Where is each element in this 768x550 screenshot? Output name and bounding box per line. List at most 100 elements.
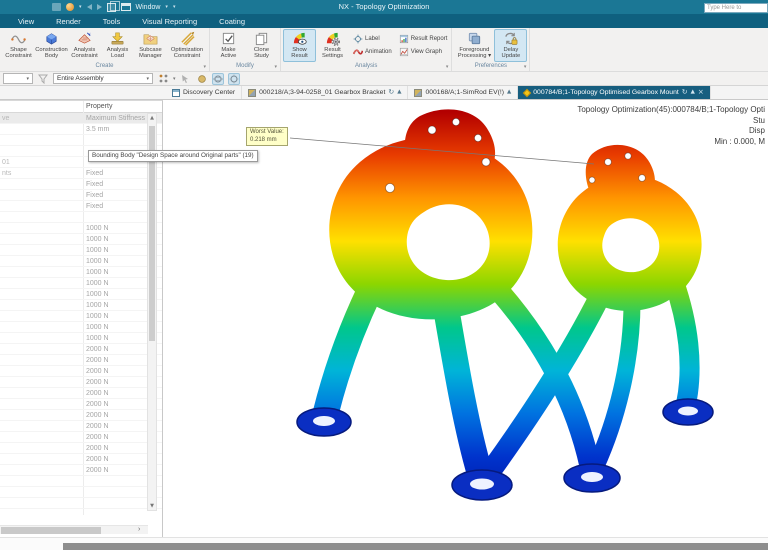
- property-row[interactable]: 2000 N: [0, 432, 162, 443]
- scrollbar-thumb[interactable]: [1, 527, 101, 534]
- property-row[interactable]: Maximum Stiffness ve: [0, 113, 162, 124]
- property-row[interactable]: 2000 N: [0, 421, 162, 432]
- property-row[interactable]: 1000 N: [0, 245, 162, 256]
- property-value: 1000 N: [86, 313, 109, 320]
- button-label: Label: [365, 35, 380, 42]
- tab[interactable]: 000218/A;3-94-0258_01 Gearbox Bracket ↻ ▲: [242, 86, 409, 99]
- property-row[interactable]: 1000 N: [0, 311, 162, 322]
- model-3d[interactable]: [164, 100, 768, 537]
- menu-tools[interactable]: Tools: [93, 17, 131, 26]
- property-value: 2000 N: [86, 379, 109, 386]
- property-row[interactable]: [0, 498, 162, 509]
- property-row[interactable]: 1000 N: [0, 278, 162, 289]
- chevron-down-icon: ▾: [146, 75, 149, 82]
- dialog-launcher-caret[interactable]: ▾: [446, 64, 449, 70]
- combo-value: Entire Assembly: [57, 75, 104, 82]
- result-report-button[interactable]: Result Report: [397, 32, 450, 45]
- delay-update-button[interactable]: Delay Update: [494, 29, 528, 62]
- menu-render[interactable]: Render: [46, 17, 91, 26]
- property-row[interactable]: [0, 212, 162, 223]
- dialog-launcher-caret[interactable]: ▾: [203, 64, 206, 70]
- selection-scope-combo[interactable]: Entire Assembly ▾: [53, 73, 153, 84]
- property-row[interactable]: 2000 N: [0, 443, 162, 454]
- foreground-processing-button[interactable]: Foreground Processing ▾: [454, 29, 494, 62]
- snap-point-icon[interactable]: [157, 73, 169, 85]
- tab[interactable]: 000168/A;1-SimRod EV(!) ▲: [408, 86, 519, 99]
- menu-coating[interactable]: Coating: [209, 17, 255, 26]
- property-name-fragment: nts: [2, 170, 12, 177]
- subcase-manager-button[interactable]: Subcase Manager: [134, 29, 167, 62]
- property-row[interactable]: 2000 N: [0, 410, 162, 421]
- view-graph-button[interactable]: View Graph: [397, 45, 450, 58]
- scroll-right-icon[interactable]: ›: [138, 525, 140, 534]
- property-row[interactable]: Fixed: [0, 179, 162, 190]
- property-row[interactable]: [0, 135, 162, 146]
- clone-study-button[interactable]: Clone Study: [245, 29, 278, 62]
- menu-visual-reporting[interactable]: Visual Reporting: [132, 17, 207, 26]
- construction-body-button[interactable]: Construction Body: [35, 29, 68, 62]
- graphics-window[interactable]: Topology Optimization(45):000784/B;1-Top…: [164, 100, 768, 537]
- selection-type-combo[interactable]: ▾: [3, 73, 33, 84]
- property-row[interactable]: 2000 N: [0, 344, 162, 355]
- property-row[interactable]: 1000 N: [0, 322, 162, 333]
- property-row[interactable]: 2000 N: [0, 366, 162, 377]
- tab[interactable]: 000784/B;1-Topology Optimised Gearbox Mo…: [518, 86, 711, 99]
- rotate-view-icon[interactable]: [211, 72, 224, 85]
- dialog-launcher-caret[interactable]: ▾: [274, 64, 277, 70]
- ribbon-group-preferences: Foreground Processing ▾ Delay Update Pre…: [452, 28, 531, 71]
- property-row[interactable]: 1000 N: [0, 234, 162, 245]
- property-row[interactable]: 1000 N: [0, 300, 162, 311]
- select-arrow-icon[interactable]: [180, 73, 192, 85]
- menu-view[interactable]: View: [8, 17, 44, 26]
- property-row[interactable]: 2000 N: [0, 465, 162, 476]
- property-row[interactable]: 1000 N: [0, 223, 162, 234]
- worst-value-annotation[interactable]: Worst Value: 0.218 mm: [246, 127, 288, 146]
- highlight-icon[interactable]: [196, 73, 208, 85]
- analysis-constraint-button[interactable]: Analysis Constraint: [68, 29, 101, 62]
- property-value: 1000 N: [86, 335, 109, 342]
- property-column-header[interactable]: Property: [86, 103, 112, 110]
- horizontal-scrollbar[interactable]: [0, 525, 148, 534]
- property-row[interactable]: 1000 N: [0, 256, 162, 267]
- property-row[interactable]: [0, 476, 162, 487]
- button-label: Subcase Manager: [139, 47, 162, 60]
- command-search-input[interactable]: Type Here to: [704, 3, 768, 13]
- property-row[interactable]: 2000 N: [0, 454, 162, 465]
- property-row[interactable]: 1000 N: [0, 289, 162, 300]
- property-row[interactable]: 2000 N: [0, 388, 162, 399]
- property-row[interactable]: [0, 487, 162, 498]
- property-row[interactable]: 3.5 mm: [0, 124, 162, 135]
- bottom-bar: [0, 537, 768, 550]
- pan-view-icon[interactable]: [227, 72, 240, 85]
- property-row[interactable]: 1000 N: [0, 267, 162, 278]
- property-row[interactable]: Fixed: [0, 201, 162, 212]
- label-button[interactable]: Label: [351, 32, 394, 45]
- selection-filter-icon[interactable]: [37, 73, 49, 85]
- property-row[interactable]: 2000 N: [0, 355, 162, 366]
- close-icon[interactable]: ×: [698, 89, 704, 96]
- shape-constraint-button[interactable]: Shape Constraint: [2, 29, 35, 62]
- property-value: 2000 N: [86, 445, 109, 452]
- property-row[interactable]: Fixed: [0, 190, 162, 201]
- property-row[interactable]: 2000 N: [0, 399, 162, 410]
- property-row[interactable]: 1000 N: [0, 333, 162, 344]
- property-value: 2000 N: [86, 368, 109, 375]
- property-row[interactable]: 2000 N: [0, 377, 162, 388]
- tab[interactable]: Discovery Center: [166, 86, 243, 99]
- result-settings-button[interactable]: Result Settings: [316, 29, 349, 62]
- show-result-button[interactable]: Show Result: [283, 29, 316, 62]
- chevron-down-icon[interactable]: ▾: [173, 76, 176, 82]
- make-active-button[interactable]: Make Active: [212, 29, 245, 62]
- optimization-constraint-button[interactable]: Optimization Constraint: [167, 29, 207, 62]
- vertical-scrollbar[interactable]: ▲ ▼: [147, 113, 157, 511]
- ribbon: Shape Constraint Construction Body Analy…: [0, 28, 768, 72]
- analysis-load-button[interactable]: Analysis Load: [101, 29, 134, 62]
- property-row[interactable]: Fixed nts: [0, 168, 162, 179]
- property-value: Fixed: [86, 181, 104, 188]
- dialog-launcher-caret[interactable]: ▾: [524, 64, 527, 70]
- scroll-up-icon[interactable]: ▲: [148, 115, 156, 121]
- scroll-down-icon[interactable]: ▼: [148, 503, 156, 509]
- discovery-icon: [172, 88, 180, 97]
- animation-button[interactable]: Animation: [351, 45, 394, 58]
- tab-label: 000168/A;1-SimRod EV(!): [425, 89, 505, 96]
